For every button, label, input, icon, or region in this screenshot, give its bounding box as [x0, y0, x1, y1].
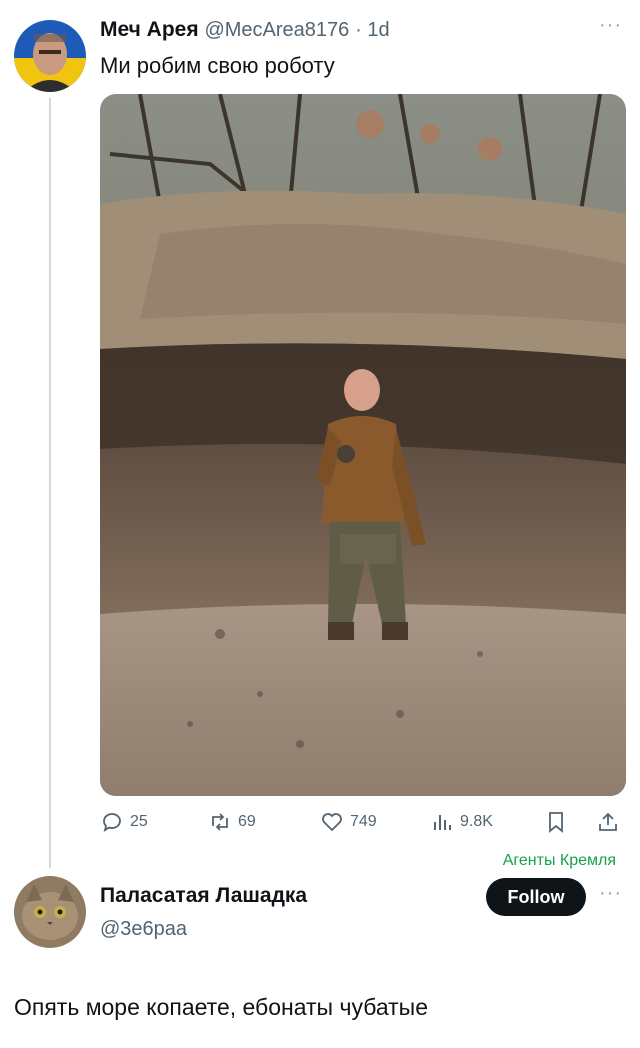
- reply-more-options-icon[interactable]: ···: [599, 882, 622, 905]
- author-handle[interactable]: @MecArea8176: [204, 19, 349, 41]
- views-icon: [434, 815, 451, 830]
- heart-icon: [322, 813, 342, 832]
- retweet-icon: [212, 813, 228, 831]
- trench-photo: [100, 94, 626, 796]
- tweet-text: Ми робим свою роботу: [100, 53, 335, 78]
- views-button[interactable]: 9.8K: [430, 810, 493, 834]
- retweet-count: 69: [238, 813, 256, 830]
- like-count: 749: [350, 813, 377, 830]
- reply-button[interactable]: 25: [100, 810, 148, 834]
- tweet-time[interactable]: · 1d: [355, 19, 389, 41]
- share-button[interactable]: [596, 810, 620, 834]
- tweet-photo[interactable]: [100, 94, 626, 796]
- cat-avatar-image: [14, 876, 86, 948]
- author-avatar[interactable]: [14, 20, 86, 92]
- views-count: 9.8K: [460, 813, 493, 830]
- overlay-label: Агенты Кремля: [502, 852, 616, 869]
- reply-user-handle[interactable]: @3е6раа: [100, 918, 187, 941]
- share-icon: [599, 812, 617, 831]
- reply-count: 25: [130, 813, 148, 830]
- retweet-button[interactable]: 69: [208, 810, 256, 834]
- reply-icon: [103, 813, 121, 832]
- follow-button[interactable]: Follow: [486, 878, 586, 916]
- author-avatar-image: [14, 20, 86, 92]
- tweet-header: Меч Арея @MecArea8176 · 1d: [100, 18, 390, 42]
- more-options-icon[interactable]: ···: [599, 14, 622, 37]
- reply-user-name[interactable]: Паласатая Лашадка: [100, 884, 307, 908]
- tweet-actions: 25 69 749 9.8K: [100, 810, 626, 838]
- bookmark-button[interactable]: [544, 810, 568, 834]
- reply-text: Опять море копаете, ебонаты чубатые: [14, 994, 428, 1020]
- like-button[interactable]: 749: [320, 810, 377, 834]
- author-name[interactable]: Меч Арея: [100, 18, 199, 41]
- bookmark-icon: [549, 812, 563, 833]
- reply-user-avatar[interactable]: [14, 876, 86, 948]
- thread-line: [49, 98, 51, 868]
